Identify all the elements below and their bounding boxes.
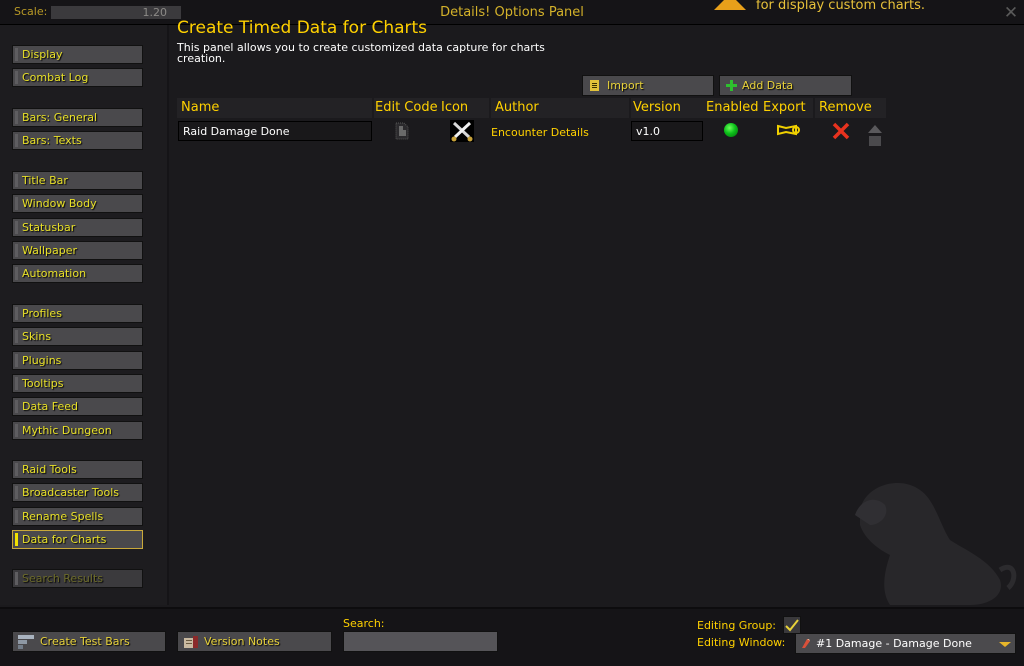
test-bars-icon xyxy=(18,635,34,649)
page-description: This panel allows you to create customiz… xyxy=(177,41,545,65)
warning-icon xyxy=(714,0,746,10)
import-label: Import xyxy=(607,79,644,92)
scroll-up-arrow-icon[interactable] xyxy=(868,125,882,133)
lion-statue-watermark xyxy=(855,482,1017,605)
sidebar-item-label: Data Feed xyxy=(22,400,79,413)
sidebar-item-automation[interactable]: Automation xyxy=(12,264,143,283)
checkmark-icon xyxy=(785,619,799,632)
warning-text: for display custom charts. xyxy=(756,0,926,13)
sidebar-item-label: Bars: Texts xyxy=(22,134,82,147)
sidebar-item-broadcaster-tools[interactable]: Broadcaster Tools xyxy=(12,483,143,502)
add-data-button[interactable]: Add Data xyxy=(719,75,852,96)
sidebar-item-bars-texts[interactable]: Bars: Texts xyxy=(12,131,143,150)
sidebar-item-label: Rename Spells xyxy=(22,510,104,523)
damage-icon xyxy=(802,639,810,648)
sidebar-item-label: Combat Log xyxy=(22,71,89,84)
editing-group-checkbox[interactable] xyxy=(783,616,801,634)
version-notes-button[interactable]: Version Notes xyxy=(177,631,332,652)
sidebar-item-plugins[interactable]: Plugins xyxy=(12,351,143,370)
version-notes-label: Version Notes xyxy=(204,635,280,648)
document-icon xyxy=(590,80,599,91)
column-export: Export xyxy=(763,100,806,115)
import-button[interactable]: Import xyxy=(582,75,714,96)
edit-code-icon[interactable] xyxy=(395,122,409,140)
crossed-swords-icon[interactable] xyxy=(450,120,474,142)
create-test-bars-label: Create Test Bars xyxy=(40,635,130,648)
column-icon: Icon xyxy=(441,100,469,115)
search-input[interactable] xyxy=(343,631,498,652)
editing-group-label: Editing Group: xyxy=(697,619,777,632)
chevron-down-icon xyxy=(999,642,1011,647)
export-horn-icon[interactable] xyxy=(776,122,800,138)
column-divider xyxy=(813,98,815,118)
sidebar-item-label: Broadcaster Tools xyxy=(22,486,119,499)
sidebar-item-window-body[interactable]: Window Body xyxy=(12,194,143,213)
sidebar-item-search-results[interactable]: Search Results xyxy=(12,569,143,588)
sidebar-item-statusbar[interactable]: Statusbar xyxy=(12,218,143,237)
table-header: Name Edit Code Icon Author Version Enabl… xyxy=(177,98,886,118)
close-icon: ✕ xyxy=(1003,3,1019,23)
sidebar-item-raid-tools[interactable]: Raid Tools xyxy=(12,460,143,479)
sidebar-item-label: Wallpaper xyxy=(22,244,78,257)
sidebar-item-label: Statusbar xyxy=(22,221,76,234)
sidebar-item-label: Plugins xyxy=(22,354,62,367)
editing-window-label: Editing Window: xyxy=(697,636,786,649)
column-version: Version xyxy=(633,100,681,115)
sidebar-item-mythic-dungeon[interactable]: Mythic Dungeon xyxy=(12,421,143,440)
sidebar-item-wallpaper[interactable]: Wallpaper xyxy=(12,241,143,260)
sidebar-item-label: Data for Charts xyxy=(22,533,107,546)
add-data-label: Add Data xyxy=(742,79,794,92)
sidebar-item-label: Automation xyxy=(22,267,87,280)
sidebar-item-label: Bars: General xyxy=(22,111,98,124)
sidebar-item-label: Profiles xyxy=(22,307,62,320)
editing-window-value: #1 Damage - Damage Done xyxy=(816,637,972,650)
column-enabled: Enabled xyxy=(706,100,759,115)
sidebar-item-data-feed[interactable]: Data Feed xyxy=(12,397,143,416)
sidebar-item-combat-log[interactable]: Combat Log xyxy=(12,68,143,87)
column-divider xyxy=(489,98,491,118)
scrollbar-thumb[interactable] xyxy=(869,136,881,146)
sidebar-item-label: Mythic Dungeon xyxy=(22,424,112,437)
column-author: Author xyxy=(495,100,539,115)
column-remove: Remove xyxy=(819,100,872,115)
row-name-field[interactable]: Raid Damage Done xyxy=(178,121,372,141)
sidebar-item-bars-general[interactable]: Bars: General xyxy=(12,108,143,127)
column-divider xyxy=(372,98,374,118)
sidebar-item-profiles[interactable]: Profiles xyxy=(12,304,143,323)
plus-icon xyxy=(726,80,737,91)
create-test-bars-button[interactable]: Create Test Bars xyxy=(12,631,166,652)
sidebar-item-label: Title Bar xyxy=(22,174,68,187)
sidebar-item-title-bar[interactable]: Title Bar xyxy=(12,171,143,190)
sidebar-item-tooltips[interactable]: Tooltips xyxy=(12,374,143,393)
sidebar-item-data-for-charts[interactable]: Data for Charts xyxy=(12,530,143,549)
scroll-notes-icon xyxy=(184,636,198,648)
sidebar-item-rename-spells[interactable]: Rename Spells xyxy=(12,507,143,526)
sidebar-item-label: Skins xyxy=(22,330,52,343)
column-edit-code: Edit Code xyxy=(375,100,438,115)
column-name: Name xyxy=(181,100,220,115)
sidebar-item-label: Window Body xyxy=(22,197,97,210)
editing-window-dropdown[interactable]: #1 Damage - Damage Done xyxy=(795,633,1016,654)
sidebar-item-label: Display xyxy=(22,48,63,61)
row-version-field[interactable]: v1.0 xyxy=(631,121,703,141)
page-title: Create Timed Data for Charts xyxy=(177,18,428,38)
search-label: Search: xyxy=(343,617,385,630)
column-divider xyxy=(629,98,631,118)
sidebar-item-label: Search Results xyxy=(22,572,104,585)
sidebar-item-label: Tooltips xyxy=(22,377,64,390)
row-author: Encounter Details xyxy=(491,126,589,139)
sidebar-item-label: Raid Tools xyxy=(22,463,77,476)
sidebar-item-display[interactable]: Display xyxy=(12,45,143,64)
sidebar-item-skins[interactable]: Skins xyxy=(12,327,143,346)
remove-x-icon[interactable] xyxy=(831,121,851,141)
close-button[interactable]: ✕ xyxy=(1002,4,1020,22)
enabled-toggle[interactable] xyxy=(724,123,738,137)
